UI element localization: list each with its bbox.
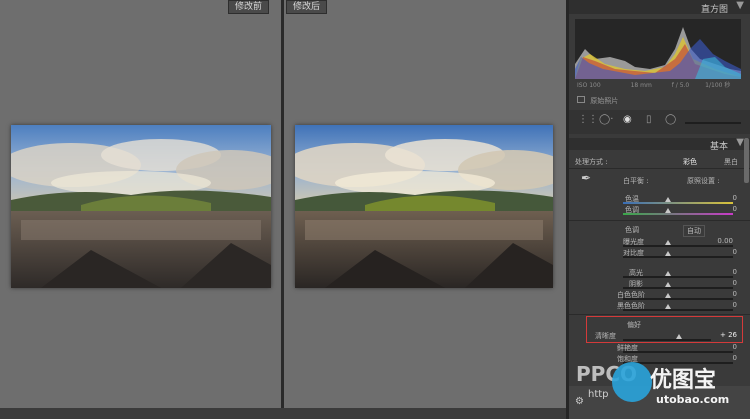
after-photo <box>295 125 553 288</box>
tint-slider-track[interactable] <box>623 213 733 215</box>
separator <box>569 220 750 221</box>
checkbox-icon[interactable] <box>577 96 585 103</box>
brush-slider-track[interactable] <box>685 122 741 124</box>
histogram <box>575 19 741 79</box>
collapse-triangle-icon[interactable]: ▼ <box>736 0 744 11</box>
spot-removal-icon[interactable]: ◉ <box>623 114 632 125</box>
redeye-icon[interactable]: ▯ <box>646 114 652 125</box>
saturation-value[interactable]: 0 <box>719 354 737 362</box>
highlights-value[interactable]: 0 <box>719 268 737 276</box>
vibrance-value[interactable]: 0 <box>719 343 737 351</box>
clarity-label: 清晰度 <box>595 332 616 340</box>
contrast-value[interactable]: 0 <box>719 248 737 256</box>
histogram-header[interactable]: 直方图 ▼ <box>569 0 750 15</box>
wb-dropdown[interactable]: 原照设置 : <box>687 176 720 186</box>
after-label: 修改后 <box>286 0 328 14</box>
whites-slider-track[interactable] <box>623 298 733 300</box>
preview-area: 修改前 修改后 <box>0 0 566 419</box>
bw-option[interactable]: 黑白 <box>724 157 738 167</box>
tint-value[interactable]: 0 <box>719 205 737 213</box>
clarity-slider-track[interactable] <box>623 339 711 341</box>
collapse-triangle-icon[interactable]: ▼ <box>736 137 744 148</box>
exif-focal: 18 mm <box>630 82 652 89</box>
tool-strip: ⋮⋮ ◯· ◉ ▯ ◯ <box>569 110 750 134</box>
watermark-url: http <box>588 389 609 400</box>
tint-slider-thumb[interactable] <box>665 208 671 213</box>
radial-filter-icon[interactable]: ◯ <box>665 114 676 125</box>
tone-label: 色调 <box>625 226 639 234</box>
eyedropper-icon[interactable]: ✒ <box>581 171 591 185</box>
filmstrip-bar <box>0 408 566 419</box>
exif-shutter: 1/100 秒 <box>705 82 731 89</box>
treatment-label: 处理方式 : <box>575 158 608 166</box>
watermark-brand: 优图宝 <box>650 368 717 393</box>
settings-icon[interactable]: ⚙ <box>575 396 584 407</box>
histogram-title: 直方图 <box>700 5 728 15</box>
color-option[interactable]: 彩色 <box>683 157 697 167</box>
shadows-slider-thumb[interactable] <box>665 282 671 287</box>
exposure-slider-thumb[interactable] <box>665 240 671 245</box>
basic-title: 基本 <box>709 142 728 152</box>
blacks-value[interactable]: 0 <box>719 301 737 309</box>
wb-label: 白平衡 : <box>623 177 649 185</box>
contrast-slider-track[interactable] <box>623 256 733 258</box>
temp-slider-thumb[interactable] <box>665 197 671 202</box>
basic-header[interactable]: 基本 ▼ <box>569 137 750 152</box>
temp-slider-track[interactable] <box>623 202 733 204</box>
before-label: 修改前 <box>228 0 270 14</box>
panel-scrollbar[interactable] <box>744 138 749 183</box>
develop-panel: 直方图 ▼ ISO 100 18 mm f / 5.0 1/100 秒 原始照片… <box>566 0 750 419</box>
exposure-value[interactable]: 0.00 <box>715 237 733 245</box>
separator <box>569 168 750 169</box>
highlights-slider-track[interactable] <box>623 276 733 278</box>
temp-value[interactable]: 0 <box>719 194 737 202</box>
split-divider[interactable] <box>281 0 284 419</box>
vibrance-slider-track[interactable] <box>623 351 733 353</box>
crop-tool-icon[interactable]: ◯· <box>599 114 613 125</box>
contrast-slider-thumb[interactable] <box>665 251 671 256</box>
separator <box>569 314 750 315</box>
brand-logo-icon <box>612 362 652 402</box>
watermark-brand-url: utobao.com <box>656 393 730 406</box>
exif-row: ISO 100 18 mm f / 5.0 1/100 秒 <box>577 80 743 89</box>
blacks-slider-thumb[interactable] <box>665 304 671 309</box>
whites-slider-thumb[interactable] <box>665 293 671 298</box>
grid-tool-icon[interactable]: ⋮⋮ <box>578 114 598 125</box>
original-photo-label: 原始照片 <box>590 97 619 105</box>
before-photo <box>11 125 271 288</box>
shadows-value[interactable]: 0 <box>719 279 737 287</box>
exposure-slider-track[interactable] <box>623 245 733 247</box>
exif-iso: ISO 100 <box>577 82 601 89</box>
auto-button[interactable]: 自动 <box>683 225 705 237</box>
clarity-slider-thumb[interactable] <box>676 334 682 339</box>
shadows-slider-track[interactable] <box>623 287 733 289</box>
clarity-value[interactable]: + 26 <box>719 331 737 339</box>
original-photo-row[interactable]: 原始照片 <box>577 96 618 106</box>
highlights-slider-thumb[interactable] <box>665 271 671 276</box>
whites-value[interactable]: 0 <box>719 290 737 298</box>
blacks-slider-track[interactable] <box>623 309 733 311</box>
exif-aperture: f / 5.0 <box>671 82 690 89</box>
